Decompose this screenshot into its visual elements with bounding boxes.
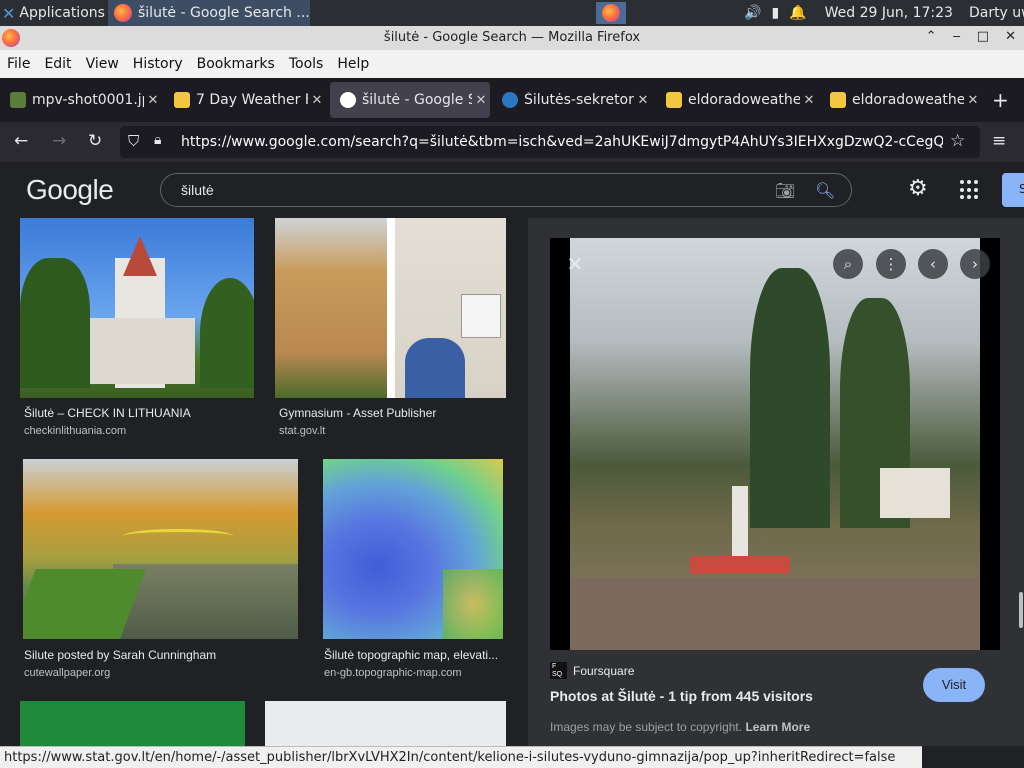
search-box[interactable]: šilutė 📷︎ 🔍︎ <box>160 173 852 207</box>
menu-file[interactable]: File <box>0 56 37 72</box>
forward-icon[interactable]: → <box>52 131 66 151</box>
volume-icon[interactable]: 🔊 <box>744 5 761 21</box>
close-icon[interactable]: ✕ <box>1005 29 1016 44</box>
result-source[interactable]: stat.gov.lt <box>279 425 325 437</box>
result-title[interactable]: Gymnasium - Asset Publisher <box>279 406 505 420</box>
result-thumbnail[interactable] <box>20 701 245 746</box>
preview-source-name: Foursquare <box>573 663 635 678</box>
taskbar-window-title: šilutė - Google Search ... <box>138 5 310 21</box>
shade-icon[interactable]: ⌃ <box>926 29 937 44</box>
tab-bar: mpv-shot0001.jpg ✕ 7 Day Weather Forecas… <box>0 78 1024 122</box>
foursquare-icon: F SQ <box>550 662 567 679</box>
apps-grid-icon[interactable] <box>960 180 980 200</box>
result-thumbnail[interactable] <box>23 459 298 639</box>
applications-label: Applications <box>19 5 105 21</box>
user-name[interactable]: Darty uwu <box>969 5 1024 21</box>
previous-image-icon[interactable]: ‹ <box>918 249 948 279</box>
result-source[interactable]: checkinlithuania.com <box>24 425 126 437</box>
firefox-launcher[interactable] <box>596 2 626 24</box>
tab-weather[interactable]: 7 Day Weather Forecast ✕ <box>164 82 326 118</box>
result-title[interactable]: Šilutė – CHECK IN LITHUANIA <box>24 406 252 420</box>
tab-silutes[interactable]: Šilutės-sekretoriai ✕ <box>492 82 652 118</box>
settings-gear-icon[interactable]: ⚙ <box>908 176 928 201</box>
learn-more-link[interactable]: Learn More <box>745 720 810 734</box>
scrollbar-thumb[interactable] <box>1019 592 1023 628</box>
tab-close-icon[interactable]: ✕ <box>472 93 490 108</box>
more-options-icon[interactable]: ⋮ <box>876 249 906 279</box>
search-icon[interactable]: 🔍︎ <box>815 181 835 200</box>
image-results: Šilutė – CHECK IN LITHUANIA checkinlithu… <box>0 218 528 746</box>
sign-in-button[interactable]: S <box>1002 173 1024 207</box>
google-favicon-icon <box>340 92 356 108</box>
result-source[interactable]: en-gb.topographic-map.com <box>324 667 462 679</box>
preview-source[interactable]: F SQ Foursquare <box>550 662 634 679</box>
sun-favicon-icon <box>174 92 190 108</box>
result-title[interactable]: Šilutė topographic map, elevati... <box>324 648 504 662</box>
result-title[interactable]: Silute posted by Sarah Cunningham <box>24 648 296 662</box>
url-bar[interactable]: ⛉ 🔒︎ https://www.google.com/search?q=šil… <box>120 126 980 158</box>
status-bar-url: https://www.stat.gov.lt/en/home/-/asset_… <box>0 746 922 768</box>
menu-edit[interactable]: Edit <box>37 56 78 72</box>
google-logo[interactable]: Google <box>26 174 114 206</box>
tab-google-search[interactable]: šilutė - Google Search ✕ <box>330 82 490 118</box>
lens-search-icon[interactable]: ⌕ <box>833 249 863 279</box>
bookmark-star-icon[interactable]: ☆ <box>950 131 965 151</box>
search-input[interactable]: šilutė <box>181 182 214 198</box>
result-thumbnail[interactable] <box>323 459 503 639</box>
menu-help[interactable]: Help <box>330 56 376 72</box>
taskbar-window-firefox[interactable]: šilutė - Google Search ... <box>108 0 310 26</box>
tab-close-icon[interactable]: ✕ <box>800 93 818 108</box>
result-thumbnail[interactable] <box>265 701 506 746</box>
nav-bar: ← → ↻ ⛉ 🔒︎ https://www.google.com/search… <box>0 122 1024 162</box>
firefox-icon <box>114 4 132 22</box>
close-preview-icon[interactable]: ✕ <box>560 249 590 279</box>
reload-icon[interactable]: ↻ <box>88 131 102 151</box>
firefox-icon <box>602 4 620 22</box>
wordpress-favicon-icon <box>502 92 518 108</box>
tab-mpv-shot[interactable]: mpv-shot0001.jpg ✕ <box>0 82 162 118</box>
back-icon[interactable]: ← <box>14 131 28 151</box>
sun-favicon-icon <box>830 92 846 108</box>
system-tray: 🔊 ▮ 🔔 Wed 29 Jun, 17:23 Darty uwu <box>744 0 1024 26</box>
result-source[interactable]: cutewallpaper.org <box>24 667 110 679</box>
preview-image[interactable] <box>550 238 1000 650</box>
clock[interactable]: Wed 29 Jun, 17:23 <box>825 5 953 21</box>
tab-close-icon[interactable]: ✕ <box>308 93 326 108</box>
menu-tools[interactable]: Tools <box>282 56 331 72</box>
preview-title[interactable]: Photos at Šilutė - 1 tip from 445 visito… <box>550 688 813 704</box>
window-title: šilutė - Google Search — Mozilla Firefox <box>383 30 641 45</box>
tab-eldorado-1[interactable]: eldoradoweather ✕ <box>656 82 818 118</box>
visit-button[interactable]: Visit <box>923 668 985 702</box>
menu-view[interactable]: View <box>79 56 126 72</box>
maximize-icon[interactable]: □ <box>977 29 989 44</box>
xfce-icon: ✕ <box>2 3 16 23</box>
sun-favicon-icon <box>666 92 682 108</box>
hamburger-menu-icon[interactable]: ≡ <box>992 131 1006 151</box>
applications-menu[interactable]: ✕ Applications <box>0 0 108 26</box>
google-header: Google šilutė 📷︎ 🔍︎ <box>0 162 1024 218</box>
url-text[interactable]: https://www.google.com/search?q=šilutė&t… <box>181 134 943 150</box>
result-thumbnail[interactable] <box>275 218 506 398</box>
tab-close-icon[interactable]: ✕ <box>964 93 982 108</box>
next-image-icon[interactable]: › <box>960 249 990 279</box>
menu-bar: File Edit View History Bookmarks Tools H… <box>0 50 1024 78</box>
camera-search-icon[interactable]: 📷︎ <box>775 181 795 200</box>
image-favicon-icon <box>10 92 26 108</box>
window-titlebar: šilutė - Google Search — Mozilla Firefox… <box>0 26 1024 50</box>
tracking-shield-icon[interactable]: ⛉ <box>128 132 139 150</box>
menu-history[interactable]: History <box>126 56 190 72</box>
notification-bell-icon[interactable]: 🔔 <box>789 5 806 21</box>
result-thumbnail[interactable] <box>20 218 254 398</box>
new-tab-icon[interactable]: + <box>992 88 1009 112</box>
battery-icon[interactable]: ▮ <box>771 5 779 21</box>
minimize-icon[interactable]: ‒ <box>953 29 961 44</box>
menu-bookmarks[interactable]: Bookmarks <box>190 56 282 72</box>
lock-icon[interactable]: 🔒︎ <box>154 132 161 148</box>
copyright-notice: Images may be subject to copyright. Lear… <box>550 720 811 734</box>
tab-close-icon[interactable]: ✕ <box>144 93 162 108</box>
tab-close-icon[interactable]: ✕ <box>634 93 652 108</box>
tab-eldorado-2[interactable]: eldoradoweather ✕ <box>820 82 982 118</box>
taskbar: ✕ Applications šilutė - Google Search ..… <box>0 0 1024 26</box>
